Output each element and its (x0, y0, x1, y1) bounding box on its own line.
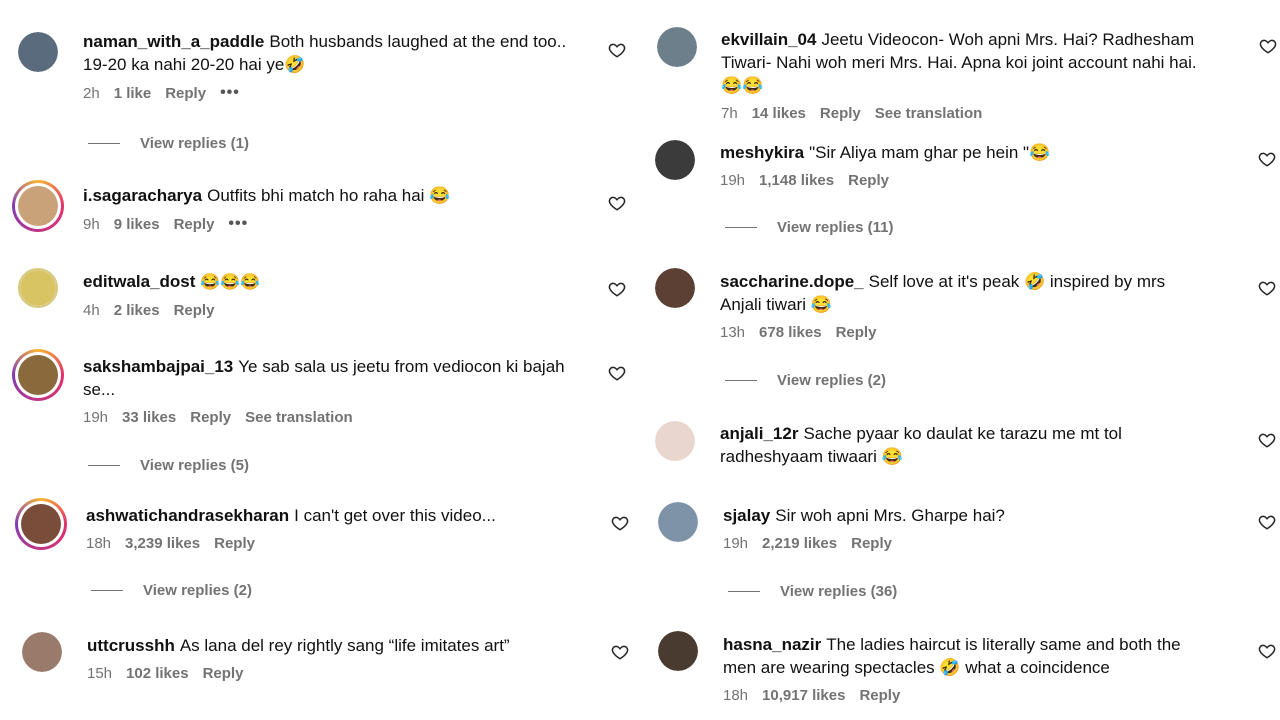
comment-text: naman_with_a_paddle Both husbands laughed… (83, 30, 593, 76)
like-count[interactable]: 3,239 likes (125, 535, 200, 552)
avatar[interactable] (655, 140, 695, 180)
comment-body: "Sir Aliya mam ghar pe hein "😂 (809, 143, 1051, 162)
more-options-icon[interactable]: ••• (228, 215, 248, 233)
comment-time: 18h (86, 535, 112, 552)
avatar[interactable] (18, 268, 58, 308)
avatar[interactable] (658, 502, 698, 542)
username[interactable]: sjalay (723, 506, 770, 525)
username[interactable]: saccharine.dope_ (720, 272, 864, 291)
heart-outline-icon[interactable] (1258, 279, 1276, 297)
like-count[interactable]: 9 likes (114, 216, 160, 233)
comment-time: 15h (87, 665, 113, 682)
reply-button[interactable]: Reply (848, 172, 889, 189)
username[interactable]: editwala_dost (83, 272, 195, 291)
view-replies-button[interactable]: View replies (36) (728, 583, 897, 600)
reply-button[interactable]: Reply (851, 535, 892, 552)
comments-column-right: ekvillain_04 Jeetu Videocon- Woh apni Mrs… (640, 0, 1280, 720)
see-translation-button[interactable]: See translation (875, 105, 983, 122)
username[interactable]: uttcrusshh (87, 636, 175, 655)
view-replies-button[interactable]: View replies (2) (91, 582, 252, 599)
heart-outline-icon[interactable] (608, 194, 626, 212)
reply-button[interactable]: Reply (836, 324, 877, 341)
avatar[interactable] (655, 268, 695, 308)
comment-body: 😂😂😂 (200, 274, 261, 291)
comment-time: 19h (720, 172, 746, 189)
comment-body: As lana del rey rightly sang “life imita… (179, 636, 510, 655)
username[interactable]: i.sagaracharya (83, 186, 202, 205)
heart-outline-icon[interactable] (1258, 150, 1276, 168)
heart-outline-icon[interactable] (608, 41, 626, 59)
heart-outline-icon[interactable] (611, 514, 629, 532)
like-count[interactable]: 1 like (114, 85, 152, 102)
comment-body: I can't get over this video... (294, 506, 496, 525)
view-replies-button[interactable]: View replies (1) (88, 135, 249, 152)
comment-body: Sir woh apni Mrs. Gharpe hai? (775, 506, 1005, 525)
username[interactable]: naman_with_a_paddle (83, 32, 264, 51)
see-translation-button[interactable]: See translation (245, 409, 353, 426)
comment-time: 19h (723, 535, 749, 552)
like-count[interactable]: 2,219 likes (762, 535, 837, 552)
heart-outline-icon[interactable] (608, 364, 626, 382)
comment-body: Outfits bhi match ho raha hai 😂 (207, 186, 451, 205)
reply-button[interactable]: Reply (859, 687, 900, 704)
view-replies-button[interactable]: View replies (2) (725, 372, 886, 389)
comment-time: 9h (83, 215, 100, 233)
reply-button[interactable]: Reply (165, 85, 206, 102)
view-replies-button[interactable]: View replies (11) (725, 219, 893, 236)
comment-time: 2h (83, 84, 100, 102)
avatar[interactable] (22, 632, 62, 672)
like-count[interactable]: 2 likes (114, 302, 160, 319)
avatar[interactable] (12, 180, 64, 232)
heart-outline-icon[interactable] (1259, 37, 1277, 55)
heart-outline-icon[interactable] (611, 643, 629, 661)
like-count[interactable]: 14 likes (752, 105, 806, 122)
reply-button[interactable]: Reply (214, 535, 255, 552)
avatar[interactable] (15, 498, 67, 550)
avatar[interactable] (12, 349, 64, 401)
username[interactable]: meshykira (720, 143, 804, 162)
reply-button[interactable]: Reply (190, 409, 231, 426)
view-replies-button[interactable]: View replies (5) (88, 457, 249, 474)
comment-time: 7h (721, 105, 738, 122)
avatar[interactable] (658, 631, 698, 671)
reply-button[interactable]: Reply (203, 665, 244, 682)
comment-time: 4h (83, 302, 100, 319)
username[interactable]: ashwatichandrasekharan (86, 506, 289, 525)
username[interactable]: ekvillain_04 (721, 30, 816, 49)
comment-time: 13h (720, 324, 746, 341)
avatar[interactable] (655, 421, 695, 461)
username[interactable]: sakshambajpai_13 (83, 357, 233, 376)
comment-time: 18h (723, 687, 749, 704)
reply-button[interactable]: Reply (820, 105, 861, 122)
heart-outline-icon[interactable] (1258, 642, 1276, 660)
reply-button[interactable]: Reply (174, 302, 215, 319)
avatar[interactable] (18, 32, 58, 72)
avatar[interactable] (657, 27, 697, 67)
comment-time: 19h (83, 409, 109, 426)
reply-button[interactable]: Reply (174, 216, 215, 233)
username[interactable]: hasna_nazir (723, 635, 821, 654)
like-count[interactable]: 10,917 likes (762, 687, 845, 704)
comments-column-left: naman_with_a_paddle Both husbands laughed… (0, 0, 640, 720)
like-count[interactable]: 33 likes (122, 409, 176, 426)
like-count[interactable]: 102 likes (126, 665, 189, 682)
username[interactable]: anjali_12r (720, 424, 798, 443)
heart-outline-icon[interactable] (1258, 513, 1276, 531)
more-options-icon[interactable]: ••• (220, 84, 240, 102)
like-count[interactable]: 678 likes (759, 324, 822, 341)
heart-outline-icon[interactable] (1258, 431, 1276, 449)
heart-outline-icon[interactable] (608, 280, 626, 298)
like-count[interactable]: 1,148 likes (759, 172, 834, 189)
